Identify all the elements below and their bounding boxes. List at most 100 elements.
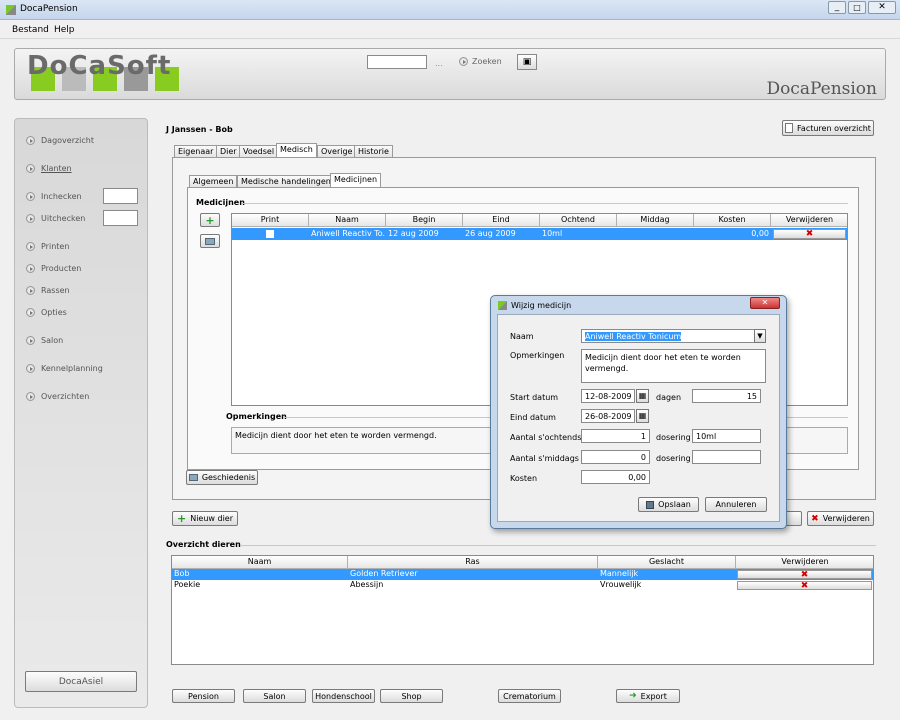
col-middag[interactable]: Middag [617,214,694,227]
minimize-button[interactable]: _ [828,1,846,14]
start-datum-field[interactable]: 12-08-2009 [581,389,635,403]
sidebar-item-overzichten[interactable]: Overzichten [26,392,89,401]
header-banner: DoCaSoft ... Zoeken ▣ DocaPension [14,48,886,100]
dialog-close-button[interactable]: ✕ [750,297,780,309]
calendar-icon-button[interactable]: ▣ [517,54,537,70]
print-checkbox[interactable] [266,230,274,238]
sidebar-item-salon[interactable]: Salon [26,336,63,345]
delete-row-button[interactable]: ✖ [737,570,872,580]
arrow-icon [26,364,35,373]
shop-button[interactable]: Shop [380,689,443,703]
naam-label: Naam [510,332,534,341]
new-animal-button[interactable]: + Nieuw dier [172,511,238,526]
calendar-icon[interactable]: ▦ [636,389,649,403]
col-verwijderen[interactable]: Verwijderen [736,556,873,569]
delete-icon: ✖ [800,581,809,591]
arrow-icon [26,164,35,173]
checkin-input[interactable] [103,188,138,204]
delete-row-button[interactable]: ✖ [773,229,846,239]
cancel-button[interactable]: Annuleren [705,497,767,512]
arrow-icon [26,336,35,345]
sidebar-item-inchecken[interactable]: Inchecken [26,192,82,201]
delete-animal-button[interactable]: ✖ Verwijderen [807,511,874,526]
tab-voedsel[interactable]: Voedsel [239,145,279,157]
tab-eigenaar[interactable]: Eigenaar [174,145,218,157]
title-bar: DocaPension _ □ ✕ [0,0,900,20]
tab-overige[interactable]: Overige [317,145,357,157]
subtab-medicijnen[interactable]: Medicijnen [330,173,382,187]
calendar-icon[interactable]: ▦ [636,409,649,423]
sidebar-item-printen[interactable]: Printen [26,242,69,251]
export-icon: ➜ [629,691,637,701]
arrow-icon [26,192,35,201]
tab-historie[interactable]: Historie [354,145,393,157]
printer-icon [205,237,215,245]
export-button[interactable]: ➜ Export [616,689,680,703]
close-window-button[interactable]: ✕ [868,1,896,14]
save-icon [646,500,655,509]
col-naam[interactable]: Naam [309,214,386,227]
menu-help[interactable]: Help [54,25,75,35]
arrow-icon [26,214,35,223]
search-button[interactable]: Zoeken [459,57,502,66]
history-button[interactable]: Geschiedenis [186,470,258,485]
sidebar-item-rassen[interactable]: Rassen [26,286,70,295]
sidebar-item-klanten[interactable]: Klanten [26,164,72,173]
sidebar-item-kennelplanning[interactable]: Kennelplanning [26,364,103,373]
dialog-title: Wijzig medicijn [511,301,572,310]
table-row[interactable]: Poekie Abessijn Vrouwelijk ✖ [172,580,873,591]
col-ochtend[interactable]: Ochtend [540,214,617,227]
plus-icon: + [205,213,215,227]
subtab-algemeen[interactable]: Algemeen [189,175,238,187]
crematorium-button[interactable]: Crematorium [498,689,561,703]
dagen-field[interactable]: 15 [692,389,761,403]
table-row[interactable]: Aniwell Reactiv To... 12 aug 2009 26 aug… [232,228,847,240]
tab-dier[interactable]: Dier [216,145,241,157]
plus-icon: + [176,512,187,525]
salon-button[interactable]: Salon [243,689,306,703]
search-input[interactable] [367,55,427,69]
sidebar-item-dagoverzicht[interactable]: Dagoverzicht [26,136,94,145]
remarks-title: Opmerkingen [226,412,287,421]
delete-icon: ✖ [811,513,819,524]
maximize-button[interactable]: □ [848,1,866,14]
col-begin[interactable]: Begin [386,214,463,227]
dosering-middag-field[interactable] [692,450,761,464]
sidebar-item-producten[interactable]: Producten [26,264,81,273]
dosering-ochtend-field[interactable]: 10ml [692,429,761,443]
arrow-icon [26,286,35,295]
invoices-button[interactable]: Facturen overzicht [782,120,874,136]
logo-text: DoCaSoft [27,51,172,81]
col-verwijderen[interactable]: Verwijderen [771,214,847,227]
delete-icon: ✖ [800,570,809,580]
ochtend-field[interactable]: 1 [581,429,650,443]
col-kosten[interactable]: Kosten [694,214,771,227]
save-button[interactable]: Opslaan [638,497,699,512]
docaasiel-button[interactable]: DocaAsiel [25,671,137,692]
delete-row-button[interactable]: ✖ [737,581,872,591]
sidebar-item-opties[interactable]: Opties [26,308,67,317]
arrow-icon [26,136,35,145]
naam-select[interactable]: Aniwell Reactiv Tonicum [581,329,755,343]
chevron-down-icon[interactable]: ▼ [754,329,766,343]
middag-field[interactable]: 0 [581,450,650,464]
hondenschool-button[interactable]: Hondenschool [312,689,375,703]
medicines-title: Medicijnen [196,198,245,207]
opmerkingen-textarea[interactable]: Medicijn dient door het eten te worden v… [581,349,766,383]
checkout-input[interactable] [103,210,138,226]
dosering-label: dosering [656,433,691,442]
tab-medisch[interactable]: Medisch [276,143,317,157]
dosering-label: dosering [656,454,691,463]
printer-icon [188,474,198,481]
menu-bestand[interactable]: Bestand [12,25,49,35]
pension-button[interactable]: Pension [172,689,235,703]
col-print[interactable]: Print [232,214,309,227]
sidebar-item-uitchecken[interactable]: Uitchecken [26,214,85,223]
eind-datum-field[interactable]: 26-08-2009 [581,409,635,423]
print-medicine-button[interactable] [200,234,220,248]
subtab-medische-handelingen[interactable]: Medische handelingen [237,175,335,187]
search-dots: ... [435,59,443,68]
col-eind[interactable]: Eind [463,214,540,227]
kosten-field[interactable]: 0,00 [581,470,650,484]
add-medicine-button[interactable]: + [200,213,220,227]
